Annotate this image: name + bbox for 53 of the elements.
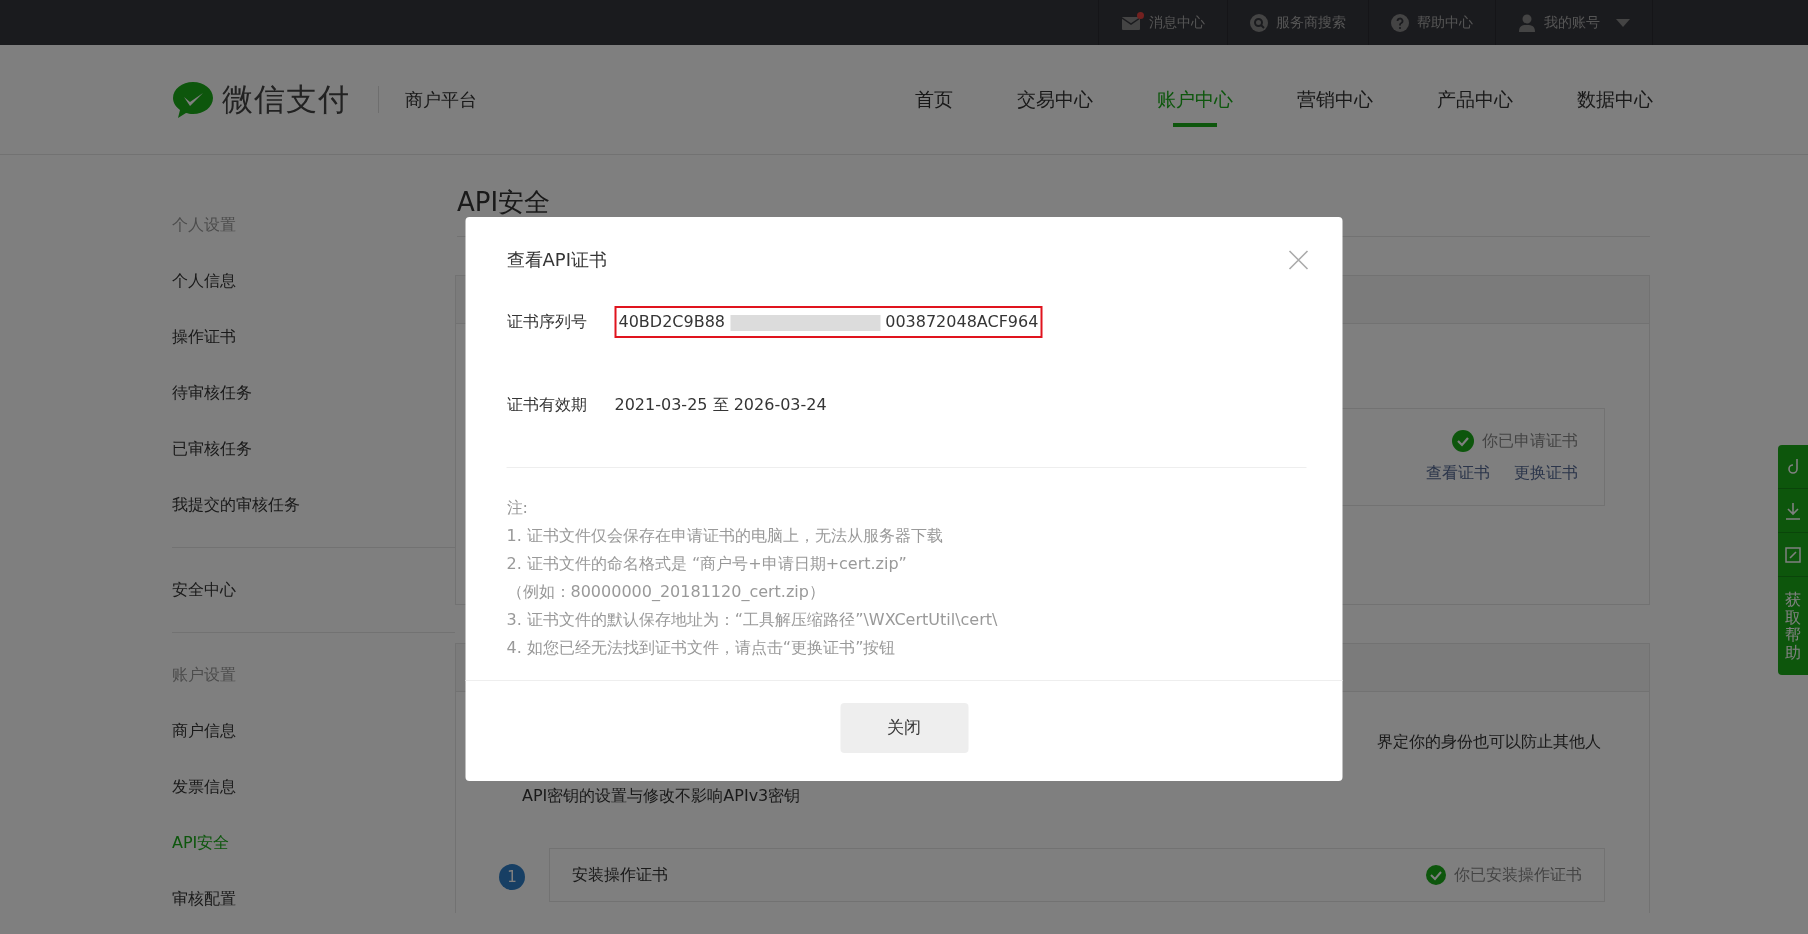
field-label: 证书序列号 (506, 311, 588, 333)
nav-tab[interactable]: 交易中心 (985, 44, 1125, 155)
note-line: 3. 证书文件的默认保存地址为：“工具解压缩路径”\WXCertUtil\cert\ (506, 609, 999, 631)
field-value: 40BD2C9B88 003872048ACF964 (614, 306, 1043, 338)
nav-tab[interactable]: 账户中心 (1125, 44, 1265, 155)
nav-tab[interactable]: 首页 (883, 44, 985, 155)
close-button[interactable]: 关闭 (840, 703, 968, 753)
note-line: 1. 证书文件仅会保存在申请证书的电脑上，无法从服务器下载 (506, 525, 944, 547)
sidebar-item[interactable]: 我提交的审核任务 (172, 477, 300, 533)
sidebar-item[interactable]: 审核配置 (172, 871, 236, 927)
search-icon (1250, 13, 1268, 32)
notes-heading: 注: (506, 497, 529, 519)
sidebar-item[interactable]: API安全 (172, 815, 230, 871)
logo-text: 微信支付 (222, 80, 350, 120)
note-line: （例如：80000000_20181120_cert.zip） (506, 581, 826, 603)
status-text: 你已安装操作证书 (1454, 864, 1582, 886)
sidebar-item[interactable]: 商户信息 (172, 703, 236, 759)
help-tab[interactable]: 获取帮助 (1778, 445, 1808, 676)
nav-tab[interactable]: 产品中心 (1405, 44, 1545, 155)
platform-name: 商户平台 (378, 86, 477, 113)
envelope-icon (1121, 14, 1141, 31)
download-icon (1785, 501, 1801, 520)
logo-icon (172, 80, 214, 119)
link[interactable]: 查看证书 (1426, 461, 1490, 485)
field-value: 2021-03-25 至 2026-03-24 (614, 394, 827, 416)
note-line: 4. 如您已经无法找到证书文件，请点击“更换证书”按钮 (506, 637, 897, 659)
person-icon (1518, 13, 1536, 32)
top-bar-link[interactable]: 我的账号 (1495, 0, 1653, 45)
top-bar-link[interactable]: 服务商搜索 (1227, 0, 1368, 45)
sidebar-item[interactable]: 个人信息 (172, 253, 236, 309)
check-circle-icon (1426, 865, 1446, 885)
help-icon (1391, 13, 1409, 32)
sidebar-item[interactable]: 安全中心 (172, 562, 236, 618)
sidebar-item[interactable]: 操作证书 (172, 309, 236, 365)
sidebar-item[interactable]: 已审核任务 (172, 421, 252, 477)
note-line: 2. 证书文件的命名格式是 “商户号+申请日期+cert.zip” (506, 553, 908, 575)
edit-icon (1785, 546, 1801, 563)
dialog-title: 查看API证书 (506, 247, 607, 272)
field-label: 证书有效期 (506, 394, 588, 416)
top-bar-link[interactable]: 消息中心 (1098, 0, 1227, 45)
status-text: 你已申请证书 (1482, 430, 1578, 452)
sidebar-item[interactable]: 发票信息 (172, 759, 236, 815)
description-text: API密钥的设置与修改不影响APIv3密钥 (522, 785, 802, 807)
step-number: 1 (499, 864, 525, 890)
description-text: 界定你的身份也可以防止其他人 (1376, 731, 1601, 753)
step-title: 安装操作证书 (572, 864, 668, 886)
link[interactable]: 更换证书 (1514, 461, 1578, 485)
nav-tab[interactable]: 营销中心 (1265, 44, 1405, 155)
help-text: 获取帮助 (1785, 591, 1801, 662)
sidebar-item[interactable]: 待审核任务 (172, 365, 252, 421)
caret-icon (1616, 18, 1630, 27)
check-circle-icon (1452, 430, 1474, 452)
nav-tab[interactable]: 数据中心 (1545, 44, 1653, 155)
